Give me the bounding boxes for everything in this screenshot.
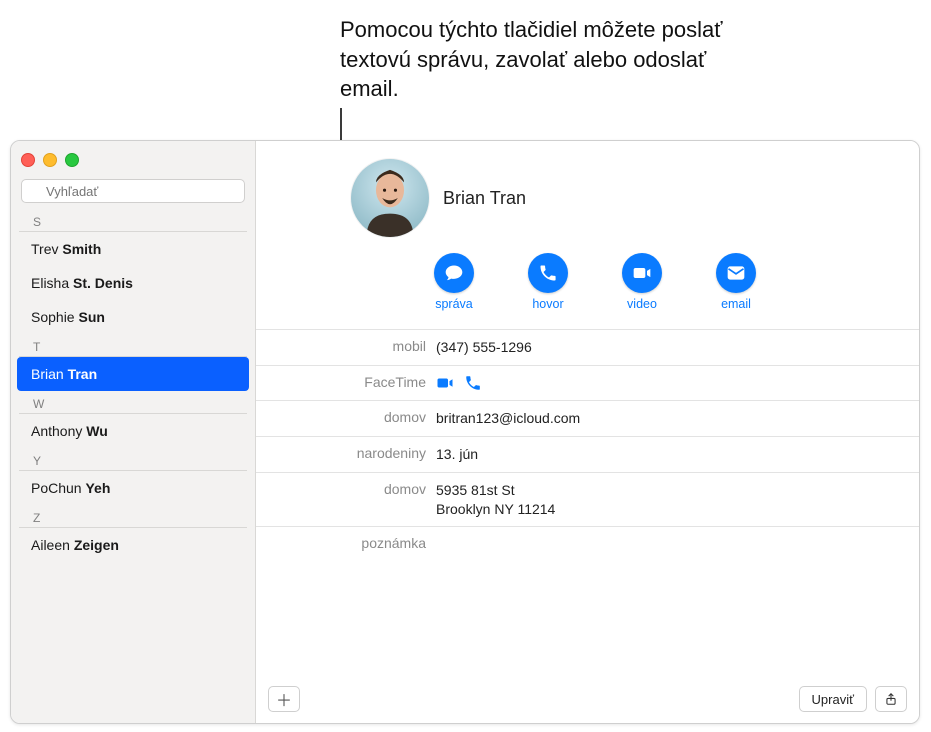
field-facetime: FaceTime <box>256 365 919 400</box>
contact-first: Trev <box>31 241 58 257</box>
contact-last: Zeigen <box>74 537 119 553</box>
search-input[interactable] <box>21 179 245 203</box>
call-label: hovor <box>532 297 563 311</box>
contact-detail: Brian Tran správa hovor video <box>256 141 919 723</box>
list-item[interactable]: Brian Tran <box>17 357 249 391</box>
share-icon <box>884 692 898 706</box>
section-header-y: Y <box>19 448 247 471</box>
message-icon <box>444 263 464 283</box>
contact-last: St. Denis <box>73 275 133 291</box>
email-icon <box>726 263 746 283</box>
field-label: poznámka <box>256 535 436 551</box>
edit-button[interactable]: Upraviť <box>799 686 867 712</box>
plus-icon: ＋ <box>276 687 292 711</box>
section-header-t: T <box>19 334 247 357</box>
field-home-address: domov 5935 81st St Brooklyn NY 11214 <box>256 472 919 527</box>
list-item[interactable]: PoChun Yeh <box>17 471 249 505</box>
field-label: narodeniny <box>256 445 436 461</box>
video-label: video <box>627 297 657 311</box>
email-label: email <box>721 297 751 311</box>
list-item[interactable]: Elisha St. Denis <box>17 266 249 300</box>
field-birthday: narodeniny 13. jún <box>256 436 919 472</box>
contact-last: Smith <box>62 241 101 257</box>
field-value[interactable]: (347) 555-1296 <box>436 338 532 357</box>
field-label: domov <box>256 481 436 497</box>
contact-last: Yeh <box>85 480 110 496</box>
list-item[interactable]: Anthony Wu <box>17 414 249 448</box>
field-label: FaceTime <box>256 374 436 390</box>
close-icon[interactable] <box>21 153 35 167</box>
share-button[interactable] <box>875 686 907 712</box>
message-label: správa <box>435 297 473 311</box>
message-button[interactable]: správa <box>424 253 484 311</box>
field-value[interactable]: 5935 81st St Brooklyn NY 11214 <box>436 481 555 519</box>
field-value[interactable]: britran123@icloud.com <box>436 409 580 428</box>
window-controls <box>11 141 255 179</box>
facetime-audio-icon[interactable] <box>464 374 482 392</box>
facetime-video-icon[interactable] <box>436 374 454 392</box>
section-header-s: S <box>19 209 247 232</box>
contact-last: Tran <box>68 366 98 382</box>
field-value: 13. jún <box>436 445 478 464</box>
section-header-z: Z <box>19 505 247 528</box>
field-note: poznámka <box>256 526 919 559</box>
field-home-email: domov britran123@icloud.com <box>256 400 919 436</box>
contacts-window: S Trev Smith Elisha St. Denis Sophie Sun… <box>10 140 920 724</box>
contact-first: Aileen <box>31 537 70 553</box>
video-button[interactable]: video <box>612 253 672 311</box>
address-line1: 5935 81st St <box>436 481 555 500</box>
address-line2: Brooklyn NY 11214 <box>436 500 555 519</box>
video-icon <box>632 263 652 283</box>
field-label: domov <box>256 409 436 425</box>
list-item[interactable]: Aileen Zeigen <box>17 528 249 562</box>
contact-first: PoChun <box>31 480 82 496</box>
contact-name: Brian Tran <box>443 188 526 209</box>
maximize-icon[interactable] <box>65 153 79 167</box>
field-label: mobil <box>256 338 436 354</box>
callout-text: Pomocou týchto tlačidiel môžete poslať t… <box>340 15 760 104</box>
contact-first: Anthony <box>31 423 82 439</box>
section-header-w: W <box>19 391 247 414</box>
add-button[interactable]: ＋ <box>268 686 300 712</box>
list-item[interactable]: Sophie Sun <box>17 300 249 334</box>
email-button[interactable]: email <box>706 253 766 311</box>
contact-first: Elisha <box>31 275 69 291</box>
phone-icon <box>538 263 558 283</box>
contact-first: Sophie <box>31 309 75 325</box>
call-button[interactable]: hovor <box>518 253 578 311</box>
avatar[interactable] <box>351 159 429 237</box>
sidebar: S Trev Smith Elisha St. Denis Sophie Sun… <box>11 141 256 723</box>
field-mobile: mobil (347) 555-1296 <box>256 329 919 365</box>
contact-last: Sun <box>78 309 104 325</box>
minimize-icon[interactable] <box>43 153 57 167</box>
list-item[interactable]: Trev Smith <box>17 232 249 266</box>
contact-last: Wu <box>86 423 108 439</box>
contact-first: Brian <box>31 366 64 382</box>
